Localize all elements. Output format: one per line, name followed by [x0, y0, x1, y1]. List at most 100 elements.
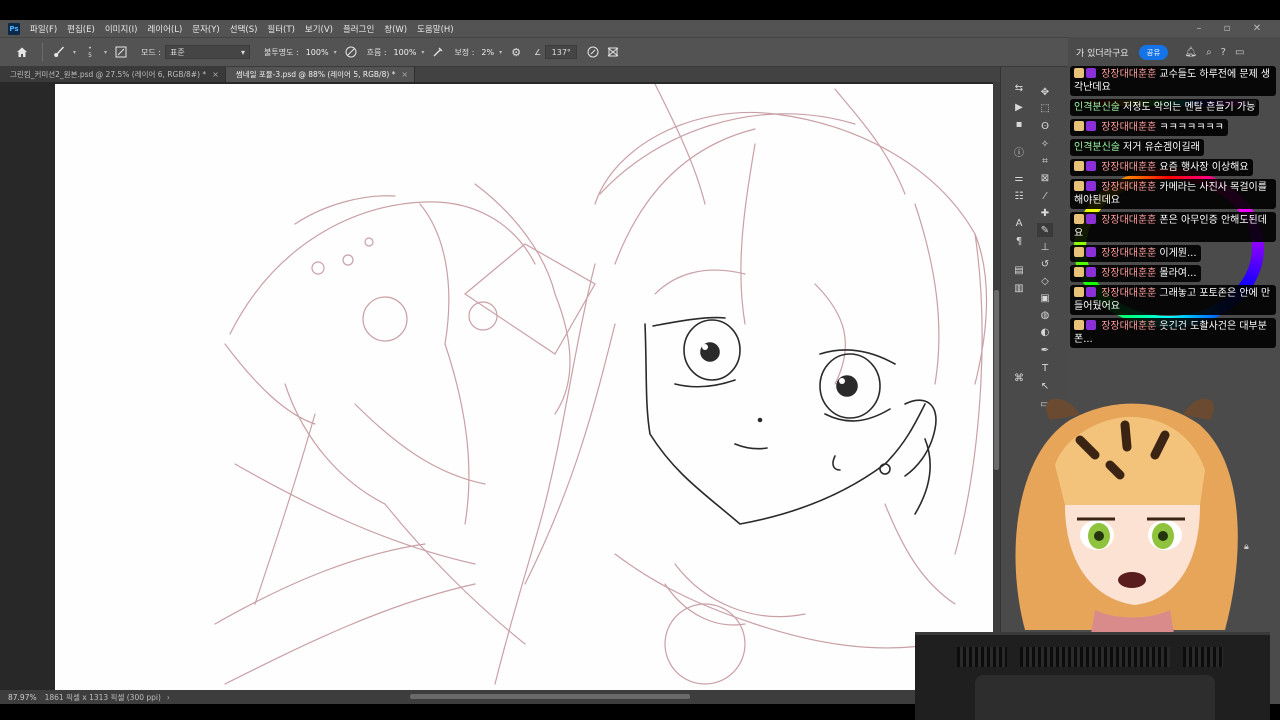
share-button[interactable]: 공유	[1138, 44, 1169, 60]
mode-select[interactable]: 표준 ▾	[165, 45, 250, 59]
chat-bubble: 장장대대훈훈 요즘 행사장 이상해요	[1070, 159, 1253, 176]
properties-icon[interactable]: ☷	[1011, 189, 1027, 203]
menu-window[interactable]: 창(W)	[379, 23, 412, 35]
lasso-tool-icon[interactable]: ʘ	[1037, 119, 1053, 133]
move-tool-icon[interactable]: ✥	[1037, 85, 1053, 99]
chat-text: 저정도 악의는 멘탈 흔들기 가능	[1123, 102, 1256, 113]
dodge-tool-icon[interactable]: ◐	[1037, 325, 1053, 339]
pressure-opacity-icon[interactable]	[343, 44, 359, 60]
brush-tool-icon[interactable]: ✎	[1037, 223, 1053, 237]
adjustments-icon[interactable]: ⚌	[1011, 171, 1027, 185]
close-icon[interactable]: ✕	[1242, 20, 1272, 37]
menu-file[interactable]: 파일(F)	[25, 23, 62, 35]
symmetry-icon[interactable]	[605, 44, 621, 60]
layers-icon[interactable]: ▤	[1011, 263, 1027, 277]
angle-field[interactable]: 137°	[545, 45, 578, 59]
menu-view[interactable]: 보기(V)	[300, 23, 338, 35]
history-brush-icon[interactable]: ↺	[1037, 257, 1053, 271]
bell-icon[interactable]: 🔔︎	[1184, 47, 1197, 58]
document-tab[interactable]: 그린킴_커미션2_원본.psd @ 27.5% (레이어 6, RGB/8#) …	[0, 67, 226, 82]
chat-bubble: 장장대대훈훈 카메라는 사진사 목걸이를 해야된데요	[1070, 179, 1276, 209]
chat-bubble: 인격분신술 저정도 악의는 멘탈 흔들기 가능	[1070, 99, 1260, 116]
brush-settings-icon[interactable]	[113, 44, 129, 60]
subscriber-badge-icon	[1086, 214, 1096, 224]
panel-header: 가 있더라구요 공유 🔔︎ ⌕ ? ▭	[1068, 37, 1280, 67]
subscriber-badge-icon	[1086, 267, 1096, 277]
subscriber-badge-icon	[1086, 161, 1096, 171]
menu-plugins[interactable]: 플러그인	[338, 23, 379, 35]
comment-icon[interactable]: ▪	[1011, 117, 1027, 131]
eyedropper-icon[interactable]: ⁄	[1037, 189, 1053, 203]
document-info: 1861 픽셀 x 1313 픽셀 (300 ppi)	[44, 692, 161, 702]
menu-type[interactable]: 문자(Y)	[187, 23, 224, 35]
menu-layer[interactable]: 레이어(L)	[142, 23, 187, 35]
info-icon[interactable]: ⓘ	[1011, 144, 1027, 159]
paragraph-icon[interactable]: ¶	[1011, 234, 1027, 248]
play-icon[interactable]: ▶	[1011, 100, 1027, 114]
zoom-level[interactable]: 87.97%	[8, 693, 37, 702]
path-select-icon[interactable]: ↖	[1037, 379, 1053, 393]
menu-select[interactable]: 선택(S)	[225, 23, 263, 35]
chevron-down-icon[interactable]: ▾	[104, 49, 107, 56]
paths-icon[interactable]: ⌘	[1011, 371, 1027, 385]
search-icon[interactable]: ⌕	[1206, 47, 1212, 58]
smoothing-field[interactable]: 2%	[478, 45, 497, 59]
menu-edit[interactable]: 편집(E)	[62, 23, 100, 35]
opacity-label: 불투명도 :	[264, 47, 299, 57]
angle-icon: ∠	[534, 47, 542, 57]
chevron-down-icon[interactable]: ▾	[73, 49, 76, 56]
frame-tool-icon[interactable]: ⊠	[1037, 171, 1053, 185]
subscriber-badge-icon	[1086, 181, 1096, 191]
blur-tool-icon[interactable]: ◍	[1037, 308, 1053, 322]
document-tab-active[interactable]: 썸네일 포뮬-3.psd @ 88% (레이어 5, RGB/8) * ×	[225, 67, 416, 82]
eraser-icon[interactable]: ◇	[1037, 274, 1053, 288]
chat-bubble: 장장대대훈훈 그래놓고 포토존은 안에 만들어뒀어요	[1070, 285, 1276, 315]
stamp-tool-icon[interactable]: ⊥	[1037, 240, 1053, 254]
brush-tool-icon[interactable]	[51, 44, 67, 60]
tablet-vent	[1020, 647, 1170, 667]
chat-username: 장장대대훈훈	[1101, 248, 1157, 259]
menu-help[interactable]: 도움말(H)	[412, 23, 458, 35]
avatar-illustration	[1015, 398, 1238, 640]
horizontal-scrollbar[interactable]	[410, 694, 690, 699]
document-tab-label: 썸네일 포뮬-3.psd @ 88% (레이어 5, RGB/8) *	[235, 70, 396, 79]
marquee-tool-icon[interactable]: ⬚	[1037, 101, 1053, 115]
type-tool-icon[interactable]: T	[1037, 361, 1053, 375]
menu-filter[interactable]: 필터(T)	[262, 23, 299, 35]
home-icon[interactable]	[14, 44, 30, 60]
workspace-icon[interactable]: ▭	[1235, 47, 1244, 58]
minimize-icon[interactable]: –	[1184, 20, 1214, 37]
opacity-field[interactable]: 100%	[303, 45, 332, 59]
pen-tool-icon[interactable]: ✒	[1037, 343, 1053, 357]
healing-brush-icon[interactable]: ✚	[1037, 206, 1053, 220]
chat-username: 인격분신술	[1074, 102, 1120, 113]
close-icon[interactable]: ×	[401, 70, 408, 79]
chevron-down-icon[interactable]: ▾	[421, 49, 424, 56]
gear-icon[interactable]: ⚙	[508, 44, 524, 60]
drawing-canvas[interactable]	[55, 84, 993, 690]
maximize-icon[interactable]: ▫	[1212, 20, 1242, 37]
menu-image[interactable]: 이미지(I)	[100, 23, 143, 35]
airbrush-icon[interactable]	[430, 44, 446, 60]
chat-overlay: 장장대대훈훈 교수들도 하루전에 문제 생각난데요 인격분신술 저정도 악의는 멘탈…	[1070, 66, 1276, 351]
chat-message: 장장대대훈훈 ㅋㅋㅋㅋㅋㅋㅋ	[1070, 119, 1276, 139]
character-icon[interactable]: A	[1011, 216, 1027, 230]
chevron-down-icon[interactable]: ▾	[499, 49, 502, 56]
brush-size-preset[interactable]: • 5	[82, 44, 98, 60]
gradient-tool-icon[interactable]: ▣	[1037, 291, 1053, 305]
chat-bubble: 장장대대훈훈 폰은 아무인증 안해도된데요	[1070, 212, 1276, 242]
crop-tool-icon[interactable]: ⌗	[1037, 154, 1053, 168]
flow-field[interactable]: 100%	[391, 45, 420, 59]
chevron-right-icon[interactable]: ›	[167, 693, 170, 702]
viewer-badge-icon	[1074, 320, 1084, 330]
pressure-size-icon[interactable]	[585, 44, 601, 60]
help-icon[interactable]: ?	[1221, 47, 1226, 58]
chat-message: 장장대대훈훈 폰은 아무인증 안해도된데요	[1070, 212, 1276, 245]
separator	[42, 43, 43, 61]
chevron-down-icon[interactable]: ▾	[334, 49, 337, 56]
magic-wand-icon[interactable]: ✧	[1037, 137, 1053, 151]
channels-icon[interactable]: ▥	[1011, 281, 1027, 295]
status-bar: 87.97% 1861 픽셀 x 1313 픽셀 (300 ppi) ›	[0, 690, 1000, 704]
history-icon[interactable]: ⇆	[1011, 81, 1027, 95]
close-icon[interactable]: ×	[212, 70, 219, 79]
